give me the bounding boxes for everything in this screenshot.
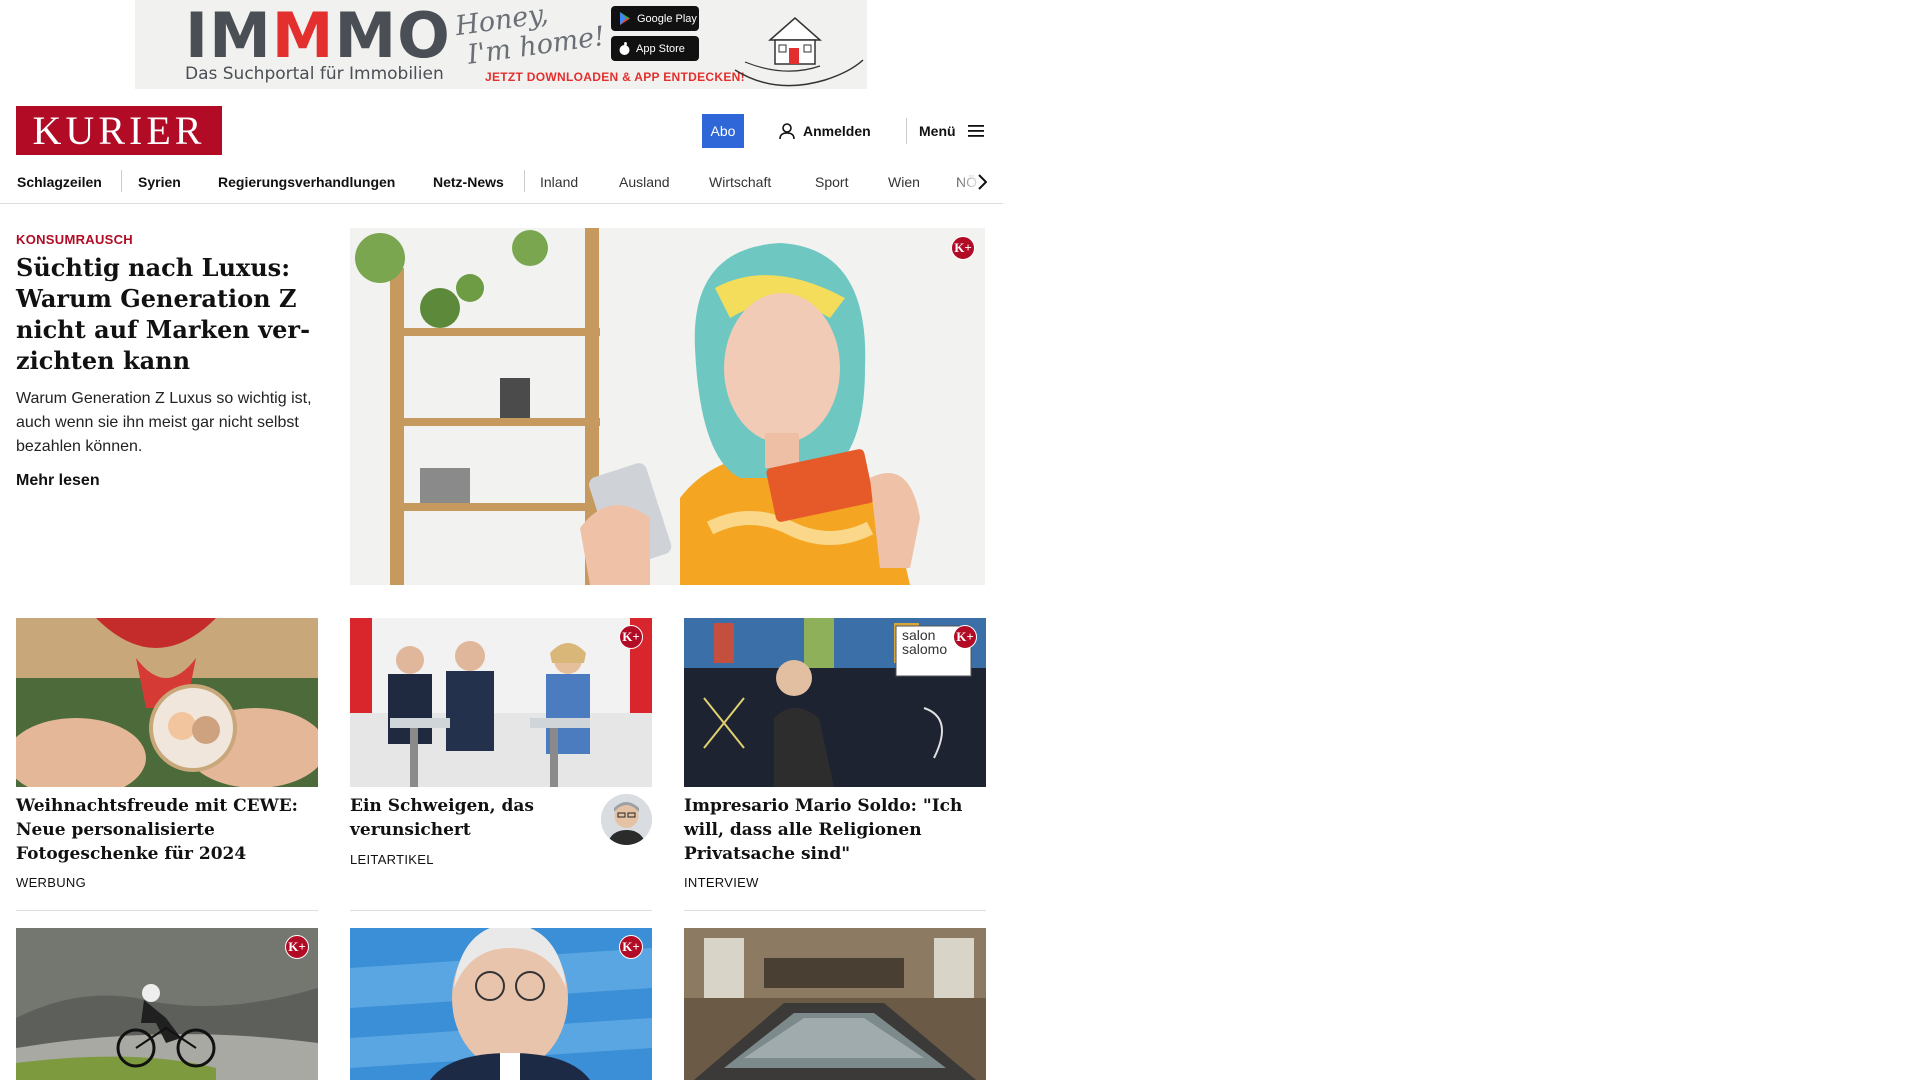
ad-cta[interactable]: JETZT DOWNLOADEN & APP ENTDECKEN!: [485, 70, 745, 84]
nav-item-schlagzeilen[interactable]: Schlagzeilen: [17, 170, 102, 194]
nav-scroll-right-button[interactable]: [970, 170, 994, 194]
login-label: Anmelden: [803, 123, 871, 139]
card-title[interactable]: Impresario Mario Soldo: "Ich will, dass …: [684, 794, 986, 866]
header-divider: [906, 118, 907, 144]
hero-kicker: KONSUMRAUSCH: [16, 232, 133, 247]
salon-salomon-logo: salon salomo: [902, 628, 947, 656]
login-button[interactable]: Anmelden: [779, 118, 871, 144]
salon-logo-line: salon: [902, 627, 936, 643]
menu-button[interactable]: Menü: [919, 118, 984, 144]
app-store-label: App Store: [636, 42, 685, 55]
kplus-badge: K+: [951, 236, 975, 260]
press-conference-photo: [350, 618, 652, 787]
hero-image[interactable]: K+: [350, 228, 985, 585]
menu-label: Menü: [919, 123, 956, 139]
nav-item-netz-news[interactable]: Netz-News: [433, 170, 504, 194]
nav-item-wirtschaft[interactable]: Wirtschaft: [709, 170, 771, 194]
hero-photo: [350, 228, 985, 585]
ad-banner[interactable]: IMMMO Das Suchportal für Immobilien Hone…: [135, 0, 867, 89]
nav-item-wien[interactable]: Wien: [888, 170, 920, 194]
ornament-photo: [16, 618, 318, 787]
card-image[interactable]: [16, 618, 318, 787]
author-portrait: [601, 794, 652, 845]
kurier-logo[interactable]: KURIER: [16, 106, 222, 155]
chevron-right-icon: [978, 174, 987, 190]
row-divider: [684, 910, 986, 911]
nav-item-sport[interactable]: Sport: [815, 170, 848, 194]
card-image[interactable]: K+: [350, 618, 652, 787]
card-image[interactable]: [684, 928, 986, 1080]
nav-item-inland[interactable]: Inland: [540, 170, 578, 194]
row-divider: [350, 910, 652, 911]
immmo-logo-accent: M: [271, 0, 335, 72]
nav-item-ausland[interactable]: Ausland: [619, 170, 670, 194]
immmo-logo-part: IM: [185, 0, 272, 72]
abo-button[interactable]: Abo: [702, 114, 744, 148]
immmo-logo: IMMMO: [185, 2, 451, 70]
row-divider: [16, 910, 318, 911]
google-play-badge[interactable]: Google Play: [611, 6, 699, 31]
card-label: LEITARTIKEL: [350, 852, 434, 867]
nav-divider: [524, 170, 525, 192]
nav-divider: [121, 170, 122, 192]
user-icon: [779, 122, 795, 139]
apple-icon: [619, 42, 630, 55]
portrait-photo: [350, 928, 652, 1080]
section-nav: Schlagzeilen Syrien Regierungsverhandlun…: [0, 160, 1003, 204]
salon-logo-line: salomo: [902, 641, 948, 657]
house-in-hand-illustration: [734, 17, 864, 87]
ad-tagline: Das Suchportal für Immobilien: [185, 64, 444, 84]
nav-item-regierungsverhandlungen[interactable]: Regierungsverhandlungen: [218, 170, 395, 194]
hamburger-icon: [967, 125, 984, 137]
card-image[interactable]: salon salomo K+: [684, 618, 986, 787]
google-play-icon: [620, 12, 630, 25]
card-label: WERBUNG: [16, 875, 86, 890]
ad-script-text: Honey, I'm home!: [453, 0, 606, 72]
read-more-link[interactable]: Mehr lesen: [16, 472, 100, 490]
cyclist-photo: [16, 928, 318, 1080]
app-store-badge[interactable]: App Store: [611, 36, 699, 61]
google-play-label: Google Play: [637, 12, 697, 25]
nav-item-syrien[interactable]: Syrien: [138, 170, 181, 194]
immmo-logo-part: MO: [334, 0, 451, 72]
kplus-badge: K+: [619, 625, 643, 649]
card-label: INTERVIEW: [684, 875, 759, 890]
kplus-badge: K+: [285, 935, 309, 959]
kplus-badge: K+: [619, 935, 643, 959]
card-title[interactable]: Ein Schweigen, das verunsichert: [350, 794, 588, 842]
hero-teaser: Warum Generation Z Luxus so wichtig ist,…: [16, 390, 312, 455]
hero-title[interactable]: Süchtig nach Luxus: Warum Generation Z n…: [16, 252, 316, 376]
card-title[interactable]: Weihnachtsfreude mit CEWE: Neue personal…: [16, 794, 318, 866]
card-image[interactable]: K+: [350, 928, 652, 1080]
kplus-badge: K+: [953, 625, 977, 649]
museum-photo: [684, 928, 986, 1080]
author-avatar: [601, 794, 652, 845]
card-image[interactable]: K+: [16, 928, 318, 1080]
